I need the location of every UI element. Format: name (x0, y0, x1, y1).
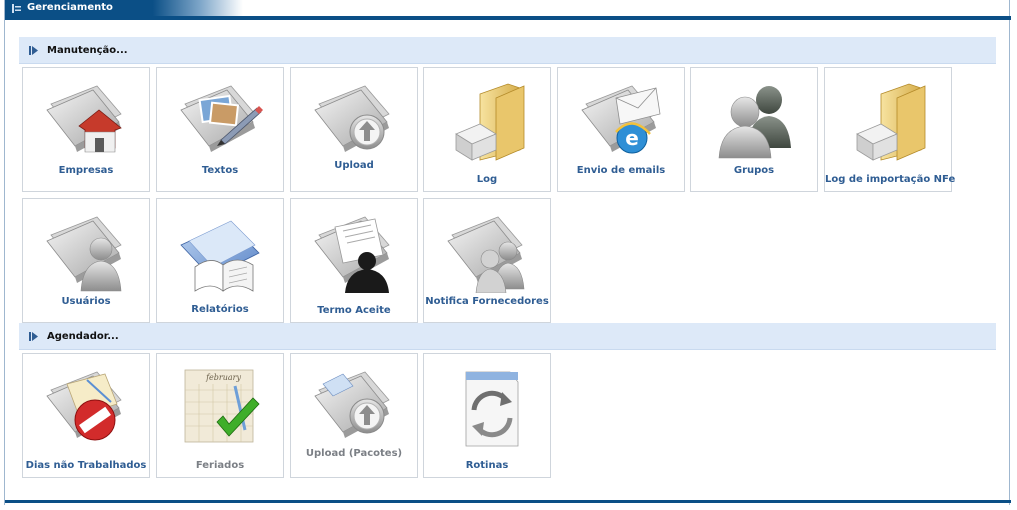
panel-title-bar: Gerenciamento (5, 0, 1011, 20)
no-entry-calendar-icon (46, 371, 122, 441)
tile-envio-de-emails[interactable]: e Envio de emails (557, 67, 685, 192)
tile-relatorios[interactable]: Relatórios (156, 198, 284, 323)
svg-text:february: february (205, 373, 241, 382)
tile-label: Upload (334, 160, 374, 171)
tile-upload[interactable]: Upload (290, 67, 418, 192)
tile-label: Log de importação NFe (825, 174, 956, 185)
section-header-manutencao[interactable]: Manutenção... (19, 37, 996, 64)
tile-usuarios[interactable]: Usuários (22, 198, 150, 323)
tile-dias-nao-trabalhados[interactable]: Dias não Trabalhados (22, 353, 150, 478)
tile-label: Envio de emails (576, 165, 666, 176)
section-header-agendador[interactable]: Agendador... (19, 323, 996, 350)
section-arrow-icon (29, 46, 38, 55)
email-folder-icon: e (581, 85, 661, 154)
grip-icon (12, 4, 21, 13)
upload-folder-icon (314, 85, 390, 153)
tile-label: Notifica Fornecedores (425, 296, 549, 307)
upload-packages-folder-icon (314, 371, 390, 439)
panel-title-tab: Gerenciamento (5, 0, 243, 16)
reports-book-icon (180, 220, 260, 292)
notify-suppliers-icon (447, 216, 525, 293)
tile-empresas[interactable]: Empresas (22, 67, 150, 192)
tile-label: Upload (Pacotes) (305, 448, 403, 459)
section-arrow-icon (29, 332, 38, 341)
tile-rotinas[interactable]: Rotinas (423, 353, 551, 478)
svg-text:e: e (625, 126, 639, 150)
tile-label: Usuários (61, 296, 111, 307)
tile-log[interactable]: Log (423, 67, 551, 192)
group-users-icon (718, 86, 791, 159)
log-import-folder-icon (856, 83, 926, 161)
tile-label: Termo Aceite (317, 305, 391, 316)
house-folder-icon (46, 85, 122, 153)
tile-label: Feriados (195, 460, 245, 471)
tile-label: Relatórios (191, 304, 249, 315)
tile-label: Rotinas (465, 460, 509, 471)
main-panel: Gerenciamento Manutenção... Empresas Tex… (4, 0, 1011, 505)
tile-log-de-importacao-nfe[interactable]: Log de importação NFe (824, 67, 956, 192)
tile-termo-aceite[interactable]: Termo Aceite (290, 198, 418, 323)
tile-label: Dias não Trabalhados (25, 460, 147, 471)
tile-grupos[interactable]: Grupos (690, 67, 818, 192)
tile-upload-pacotes[interactable]: Upload (Pacotes) (290, 353, 418, 478)
tile-textos[interactable]: Textos (156, 67, 284, 192)
section-title: Manutenção... (47, 45, 128, 56)
calendar-check-icon: february (184, 369, 260, 443)
tile-notifica-fornecedores[interactable]: Notifica Fornecedores (423, 198, 551, 323)
tile-label: Empresas (58, 165, 114, 176)
panel-bottom-border (5, 500, 1011, 503)
tile-label: Grupos (733, 165, 775, 176)
tile-label: Textos (201, 165, 239, 176)
pencil-folder-icon (180, 85, 263, 153)
user-folder-icon (46, 216, 122, 292)
tile-feriados[interactable]: february Feriados (156, 353, 284, 478)
routine-refresh-icon (465, 371, 519, 447)
section-title: Agendador... (47, 331, 119, 342)
terms-person-icon (314, 216, 390, 293)
panel-title: Gerenciamento (27, 2, 113, 13)
log-folder-icon (455, 83, 525, 161)
tile-label: Log (476, 174, 498, 185)
